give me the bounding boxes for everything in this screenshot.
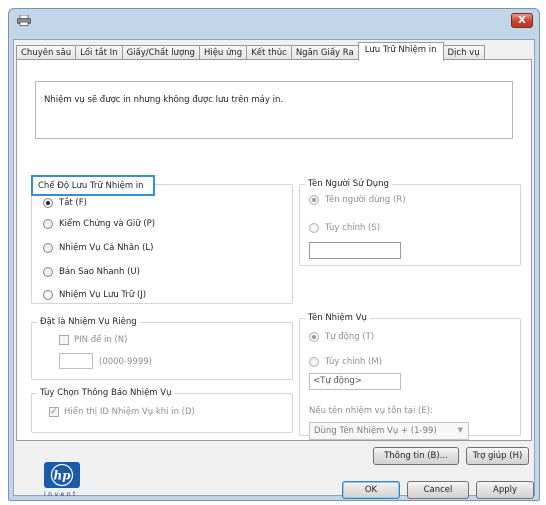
display-job-id-label: Hiển thị ID Nhiệm Vụ khi in (D) <box>64 407 195 417</box>
hp-logo-text: hp <box>53 469 71 483</box>
radio-indicator[interactable] <box>309 357 319 367</box>
tab-strip: Chuyên sâu Lối tắt In Giấy/Chất lượng Hi… <box>16 42 485 61</box>
chevron-down-icon: ▼ <box>457 426 463 434</box>
radio-indicator[interactable] <box>43 198 53 208</box>
radio-indicator[interactable] <box>309 332 319 342</box>
tab-job-storage[interactable]: Lưu Trữ Nhiệm in <box>357 42 444 61</box>
job-mode-proof-and-hold-label: Kiểm Chứng và Giữ (P) <box>59 219 156 229</box>
info-button[interactable]: Thông tin (B)... <box>373 447 459 465</box>
radio-indicator[interactable] <box>309 223 319 233</box>
job-mode-legend: Chế Độ Lưu Trữ Nhiệm in <box>31 175 155 196</box>
user-name-custom-label: Tùy chỉnh (S) <box>325 223 381 233</box>
job-mode-quick-copy[interactable]: Bản Sao Nhanh (U) <box>43 267 140 277</box>
pin-to-print-checkbox[interactable]: PIN để in (N) <box>59 335 127 345</box>
pin-range-hint: (0000-9999) <box>99 357 152 367</box>
apply-button[interactable]: Apply <box>476 481 534 499</box>
job-mode-personal-job[interactable]: Nhiệm Vụ Cá Nhân (L) <box>43 243 153 253</box>
user-name-legend: Tên Người Sử Dụng <box>305 179 392 189</box>
job-name-custom-label: Tùy chỉnh (M) <box>325 357 383 367</box>
dialog-body: Chuyên sâu Lối tắt In Giấy/Chất lượng Hi… <box>13 39 535 498</box>
job-name-auto-label: Tự động (T) <box>325 332 375 342</box>
job-storage-message: Nhiệm vụ sẽ được in nhưng không được lưu… <box>35 81 513 139</box>
job-mode-proof-and-hold[interactable]: Kiểm Chứng và Giữ (P) <box>43 219 155 229</box>
pin-to-print-label: PIN để in (N) <box>74 335 128 345</box>
printer-icon <box>17 14 31 26</box>
user-name-custom-field[interactable] <box>309 242 401 259</box>
private-job-legend: Đặt là Nhiệm Vụ Riêng <box>37 317 140 327</box>
radio-indicator[interactable] <box>43 267 53 277</box>
user-name-custom[interactable]: Tùy chỉnh (S) <box>309 223 380 233</box>
close-button[interactable]: X <box>511 13 533 28</box>
private-job-group: Đặt là Nhiệm Vụ Riêng <box>31 317 293 380</box>
job-name-exists-value: Dùng Tên Nhiệm Vụ + (1-99) <box>314 426 437 436</box>
job-name-custom[interactable]: Tùy chỉnh (M) <box>309 357 382 367</box>
hp-logo: hp <box>44 462 80 488</box>
cancel-button[interactable]: Cancel <box>407 481 469 499</box>
notify-legend: Tùy Chọn Thông Báo Nhiệm Vụ <box>37 388 175 398</box>
job-name-custom-field[interactable]: <Tự động> <box>309 373 401 390</box>
radio-indicator[interactable] <box>43 290 53 300</box>
checkbox-indicator[interactable] <box>59 335 69 345</box>
help-button[interactable]: Trợ giúp (H) <box>466 447 529 465</box>
pin-field[interactable] <box>59 353 93 369</box>
job-mode-off-label: Tắt (F) <box>59 198 87 208</box>
user-name-default[interactable]: Tên người dùng (R) <box>309 195 406 205</box>
job-mode-stored-job-label: Nhiệm Vụ Lưu Trữ (J) <box>59 290 147 300</box>
job-name-legend: Tên Nhiệm Vụ <box>305 313 370 323</box>
hp-tagline: invent <box>44 491 78 498</box>
job-name-exists-dropdown[interactable]: Dùng Tên Nhiệm Vụ + (1-99) ▼ <box>309 422 469 440</box>
radio-indicator[interactable] <box>43 243 53 253</box>
job-mode-personal-job-label: Nhiệm Vụ Cá Nhân (L) <box>59 243 154 253</box>
radio-indicator[interactable] <box>309 195 319 205</box>
ok-button[interactable]: OK <box>342 481 400 499</box>
checkbox-indicator[interactable]: ✓ <box>49 407 59 417</box>
title-bar: X <box>9 9 539 33</box>
radio-indicator[interactable] <box>43 219 53 229</box>
job-storage-panel: Nhiệm vụ sẽ được in nhưng không được lưu… <box>16 59 532 441</box>
job-mode-off[interactable]: Tắt (F) <box>43 198 87 208</box>
display-job-id-checkbox[interactable]: ✓ Hiển thị ID Nhiệm Vụ khi in (D) <box>49 407 195 417</box>
job-mode-stored-job[interactable]: Nhiệm Vụ Lưu Trữ (J) <box>43 290 146 300</box>
job-name-exists-label: Nếu tên nhiệm vụ tồn tại (E): <box>309 406 433 416</box>
job-mode-quick-copy-label: Bản Sao Nhanh (U) <box>59 267 140 277</box>
print-properties-window: X Chuyên sâu Lối tắt In Giấy/Chất lượng … <box>8 8 540 501</box>
job-name-auto[interactable]: Tự động (T) <box>309 332 374 342</box>
user-name-default-label: Tên người dùng (R) <box>325 195 406 205</box>
